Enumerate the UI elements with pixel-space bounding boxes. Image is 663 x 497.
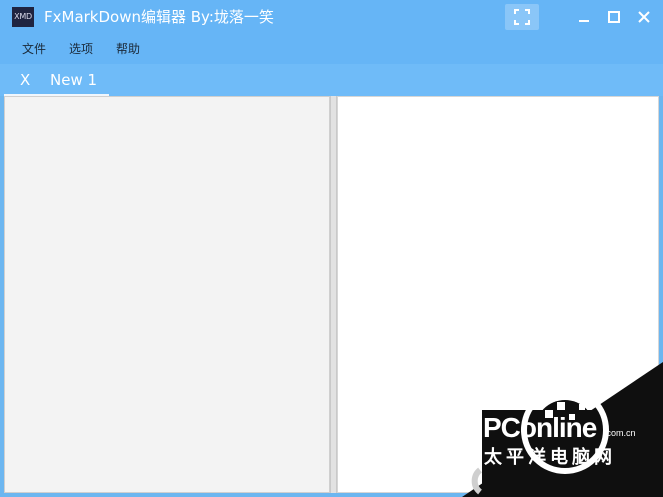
close-icon: [638, 11, 650, 23]
tab-label[interactable]: New 1: [50, 71, 97, 89]
split-divider[interactable]: [330, 96, 337, 493]
watermark-domain: .com.cn: [604, 428, 636, 438]
close-button[interactable]: [636, 9, 652, 25]
fullscreen-button[interactable]: [505, 4, 539, 30]
menu-options[interactable]: 选项: [69, 41, 93, 57]
menu-bar: 文件 选项 帮助: [0, 34, 663, 64]
watermark-brand: PConline: [483, 412, 597, 443]
tab-new-1[interactable]: X New 1: [4, 64, 109, 96]
menu-help[interactable]: 帮助: [116, 41, 140, 57]
minimize-icon: [579, 20, 589, 22]
minimize-button[interactable]: [576, 9, 592, 25]
tab-bar: X New 1: [0, 64, 663, 96]
tab-close-button[interactable]: X: [20, 71, 30, 89]
watermark-cn-text: 太平洋电脑网: [484, 447, 616, 468]
markdown-editor[interactable]: [4, 96, 330, 493]
title-bar: XMD FxMarkDown编辑器 By:垅落一笑: [0, 0, 663, 34]
maximize-button[interactable]: [606, 9, 622, 25]
fullscreen-icon: [514, 9, 530, 25]
maximize-icon: [608, 11, 620, 23]
window-title: FxMarkDown编辑器 By:垅落一笑: [44, 8, 274, 26]
app-logo-icon: XMD: [12, 7, 34, 27]
menu-file[interactable]: 文件: [22, 41, 46, 57]
